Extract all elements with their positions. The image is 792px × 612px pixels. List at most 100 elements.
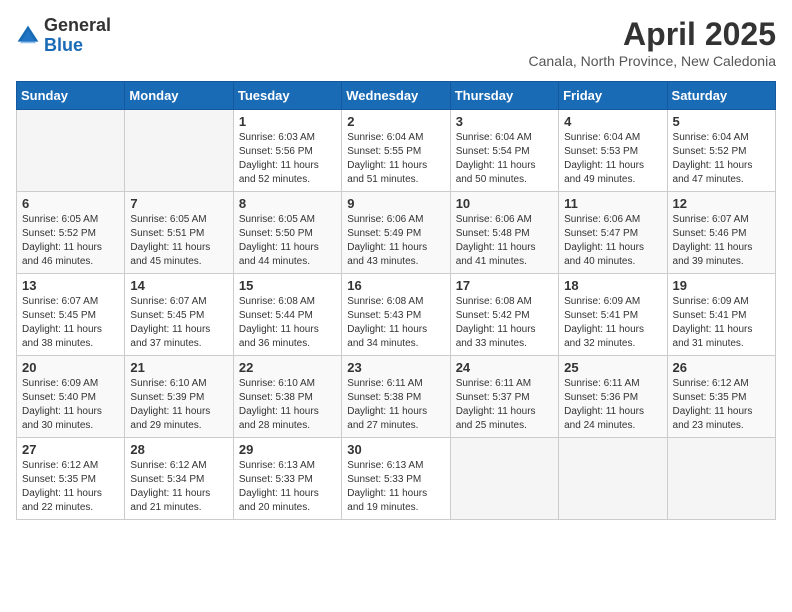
calendar-cell: 26 Sunrise: 6:12 AMSunset: 5:35 PMDayligh… <box>667 356 775 438</box>
calendar-cell: 19Sunrise: 6:09 AMSunset: 5:41 PMDayligh… <box>667 274 775 356</box>
weekday-header-sunday: Sunday <box>17 82 125 110</box>
day-info: Sunrise: 6:10 AMSunset: 5:38 PMDaylight:… <box>239 377 336 433</box>
day-number: 12 <box>673 196 770 211</box>
logo: General Blue <box>16 16 111 56</box>
calendar-cell: 27 Sunrise: 6:12 AMSunset: 5:35 PMDayligh… <box>17 438 125 520</box>
day-info: Sunrise: 6:06 AMSunset: 5:49 PMDaylight:… <box>347 213 444 269</box>
calendar-cell: 10Sunrise: 6:06 AMSunset: 5:48 PMDayligh… <box>450 192 558 274</box>
calendar-cell: 24 Sunrise: 6:11 AMSunset: 5:37 PMDayligh… <box>450 356 558 438</box>
day-number: 24 <box>456 360 553 375</box>
calendar-cell: 9 Sunrise: 6:06 AMSunset: 5:49 PMDaylight… <box>342 192 450 274</box>
day-info: Sunrise: 6:12 AMSunset: 5:35 PMDaylight:… <box>22 459 119 515</box>
day-info: Sunrise: 6:11 AMSunset: 5:37 PMDaylight:… <box>456 377 553 433</box>
logo-general-text: General <box>44 16 111 36</box>
weekday-header-monday: Monday <box>125 82 233 110</box>
calendar-cell <box>125 110 233 192</box>
day-number: 25 <box>564 360 661 375</box>
day-number: 15 <box>239 278 336 293</box>
calendar-cell: 11 Sunrise: 6:06 AMSunset: 5:47 PMDayligh… <box>559 192 667 274</box>
calendar-cell: 7 Sunrise: 6:05 AMSunset: 5:51 PMDaylight… <box>125 192 233 274</box>
calendar-cell: 5 Sunrise: 6:04 AMSunset: 5:52 PMDaylight… <box>667 110 775 192</box>
day-info: Sunrise: 6:12 AMSunset: 5:35 PMDaylight:… <box>673 377 770 433</box>
day-number: 14 <box>130 278 227 293</box>
day-number: 28 <box>130 442 227 457</box>
day-number: 4 <box>564 114 661 129</box>
week-row-1: 1 Sunrise: 6:03 AMSunset: 5:56 PMDaylight… <box>17 110 776 192</box>
day-number: 13 <box>22 278 119 293</box>
calendar-cell: 13 Sunrise: 6:07 AMSunset: 5:45 PMDayligh… <box>17 274 125 356</box>
day-info: Sunrise: 6:09 AMSunset: 5:41 PMDaylight:… <box>673 295 770 351</box>
weekday-header-friday: Friday <box>559 82 667 110</box>
day-number: 17 <box>456 278 553 293</box>
calendar-cell: 15 Sunrise: 6:08 AMSunset: 5:44 PMDayligh… <box>233 274 341 356</box>
day-number: 23 <box>347 360 444 375</box>
weekday-header-tuesday: Tuesday <box>233 82 341 110</box>
logo-blue-text: Blue <box>44 36 111 56</box>
day-number: 5 <box>673 114 770 129</box>
title-block: April 2025 Canala, North Province, New C… <box>529 16 776 69</box>
weekday-header-thursday: Thursday <box>450 82 558 110</box>
calendar-header-row: SundayMondayTuesdayWednesdayThursdayFrid… <box>17 82 776 110</box>
day-info: Sunrise: 6:03 AMSunset: 5:56 PMDaylight:… <box>239 131 336 187</box>
calendar-cell: 28Sunrise: 6:12 AMSunset: 5:34 PMDayligh… <box>125 438 233 520</box>
calendar-cell: 20Sunrise: 6:09 AMSunset: 5:40 PMDayligh… <box>17 356 125 438</box>
day-info: Sunrise: 6:07 AMSunset: 5:46 PMDaylight:… <box>673 213 770 269</box>
day-info: Sunrise: 6:09 AMSunset: 5:40 PMDaylight:… <box>22 377 119 433</box>
calendar-cell: 23Sunrise: 6:11 AMSunset: 5:38 PMDayligh… <box>342 356 450 438</box>
day-info: Sunrise: 6:04 AMSunset: 5:54 PMDaylight:… <box>456 131 553 187</box>
day-info: Sunrise: 6:13 AMSunset: 5:33 PMDaylight:… <box>239 459 336 515</box>
day-number: 16 <box>347 278 444 293</box>
month-title: April 2025 <box>529 16 776 53</box>
week-row-3: 13 Sunrise: 6:07 AMSunset: 5:45 PMDayligh… <box>17 274 776 356</box>
day-info: Sunrise: 6:08 AMSunset: 5:44 PMDaylight:… <box>239 295 336 351</box>
day-info: Sunrise: 6:04 AMSunset: 5:53 PMDaylight:… <box>564 131 661 187</box>
day-number: 27 <box>22 442 119 457</box>
day-number: 1 <box>239 114 336 129</box>
calendar-cell <box>559 438 667 520</box>
calendar-cell: 12 Sunrise: 6:07 AMSunset: 5:46 PMDayligh… <box>667 192 775 274</box>
calendar-cell: 22 Sunrise: 6:10 AMSunset: 5:38 PMDayligh… <box>233 356 341 438</box>
calendar-cell: 25 Sunrise: 6:11 AMSunset: 5:36 PMDayligh… <box>559 356 667 438</box>
calendar-cell <box>667 438 775 520</box>
day-info: Sunrise: 6:05 AMSunset: 5:50 PMDaylight:… <box>239 213 336 269</box>
calendar-cell <box>450 438 558 520</box>
week-row-2: 6 Sunrise: 6:05 AMSunset: 5:52 PMDaylight… <box>17 192 776 274</box>
logo-icon <box>16 24 40 48</box>
day-info: Sunrise: 6:06 AMSunset: 5:47 PMDaylight:… <box>564 213 661 269</box>
calendar-cell: 14 Sunrise: 6:07 AMSunset: 5:45 PMDayligh… <box>125 274 233 356</box>
day-number: 11 <box>564 196 661 211</box>
day-number: 30 <box>347 442 444 457</box>
day-info: Sunrise: 6:05 AMSunset: 5:52 PMDaylight:… <box>22 213 119 269</box>
calendar-cell: 30Sunrise: 6:13 AMSunset: 5:33 PMDayligh… <box>342 438 450 520</box>
calendar-cell: 29 Sunrise: 6:13 AMSunset: 5:33 PMDayligh… <box>233 438 341 520</box>
day-info: Sunrise: 6:06 AMSunset: 5:48 PMDaylight:… <box>456 213 553 269</box>
calendar-cell: 4 Sunrise: 6:04 AMSunset: 5:53 PMDaylight… <box>559 110 667 192</box>
calendar-table: SundayMondayTuesdayWednesdayThursdayFrid… <box>16 81 776 520</box>
day-info: Sunrise: 6:10 AMSunset: 5:39 PMDaylight:… <box>130 377 227 433</box>
calendar-cell: 21 Sunrise: 6:10 AMSunset: 5:39 PMDayligh… <box>125 356 233 438</box>
calendar-cell: 6 Sunrise: 6:05 AMSunset: 5:52 PMDaylight… <box>17 192 125 274</box>
calendar-cell: 8Sunrise: 6:05 AMSunset: 5:50 PMDaylight… <box>233 192 341 274</box>
day-info: Sunrise: 6:05 AMSunset: 5:51 PMDaylight:… <box>130 213 227 269</box>
week-row-4: 20Sunrise: 6:09 AMSunset: 5:40 PMDayligh… <box>17 356 776 438</box>
day-info: Sunrise: 6:07 AMSunset: 5:45 PMDaylight:… <box>22 295 119 351</box>
day-number: 6 <box>22 196 119 211</box>
day-info: Sunrise: 6:11 AMSunset: 5:36 PMDaylight:… <box>564 377 661 433</box>
calendar-cell: 1 Sunrise: 6:03 AMSunset: 5:56 PMDaylight… <box>233 110 341 192</box>
calendar-cell: 17Sunrise: 6:08 AMSunset: 5:42 PMDayligh… <box>450 274 558 356</box>
day-number: 26 <box>673 360 770 375</box>
day-info: Sunrise: 6:07 AMSunset: 5:45 PMDaylight:… <box>130 295 227 351</box>
day-number: 18 <box>564 278 661 293</box>
location-subtitle: Canala, North Province, New Caledonia <box>529 53 776 69</box>
day-number: 7 <box>130 196 227 211</box>
day-number: 21 <box>130 360 227 375</box>
weekday-header-wednesday: Wednesday <box>342 82 450 110</box>
day-number: 9 <box>347 196 444 211</box>
calendar-cell <box>17 110 125 192</box>
day-number: 22 <box>239 360 336 375</box>
day-info: Sunrise: 6:04 AMSunset: 5:52 PMDaylight:… <box>673 131 770 187</box>
calendar-cell: 2Sunrise: 6:04 AMSunset: 5:55 PMDaylight… <box>342 110 450 192</box>
calendar-cell: 16Sunrise: 6:08 AMSunset: 5:43 PMDayligh… <box>342 274 450 356</box>
day-number: 29 <box>239 442 336 457</box>
day-info: Sunrise: 6:04 AMSunset: 5:55 PMDaylight:… <box>347 131 444 187</box>
